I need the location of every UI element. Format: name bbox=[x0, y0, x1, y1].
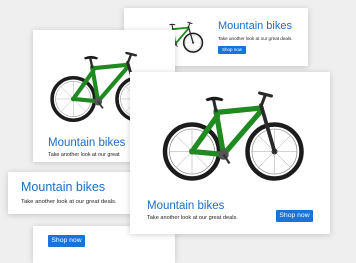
ad-card-front: Mountain bikes Take another look at our … bbox=[130, 72, 330, 234]
ad-subtitle: Take another look at our great deals. bbox=[147, 215, 238, 221]
ad-title: Mountain bikes bbox=[48, 137, 126, 149]
ad-subtitle: Take another look at our great deals. bbox=[218, 36, 293, 41]
ad-title: Mountain bikes bbox=[21, 180, 106, 194]
shop-now-button[interactable]: Shop now bbox=[48, 235, 85, 247]
shop-now-button[interactable]: Shop now bbox=[276, 210, 313, 222]
ad-preview-stage: Mountain bikes Take another look at our … bbox=[0, 0, 356, 263]
ad-title: Mountain bikes bbox=[218, 20, 292, 32]
ad-title: Mountain bikes bbox=[147, 200, 225, 212]
ad-subtitle: Take another look at our great deals. bbox=[21, 199, 117, 205]
ad-subtitle: Take another look at our great bbox=[48, 152, 120, 158]
mountain-bike-image bbox=[156, 82, 306, 188]
shop-now-button[interactable]: Shop now bbox=[218, 46, 246, 54]
